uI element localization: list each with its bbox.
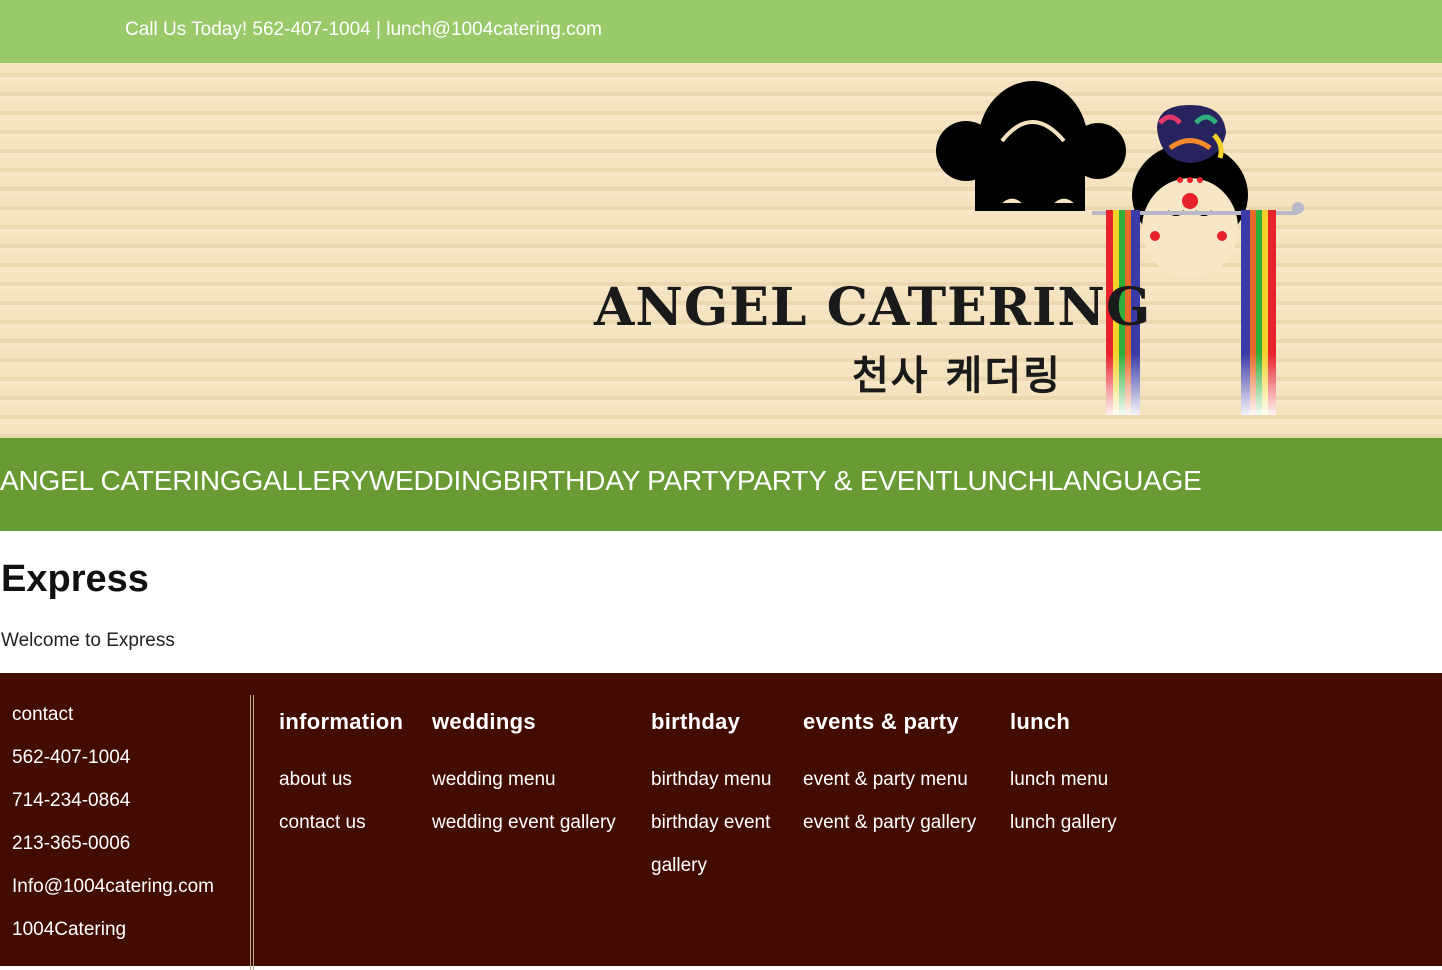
footer-link-lunch-gallery[interactable]: lunch gallery [1010, 801, 1117, 844]
footer-link-birthday-gallery[interactable]: birthday event gallery [651, 801, 791, 887]
page-title: Express [1, 558, 149, 600]
nav-item-birthday-party[interactable]: BIRTHDAY PARTY [503, 465, 737, 497]
logo-text-english: ANGEL CATERING [593, 277, 1151, 338]
footer-link-wedding-menu[interactable]: wedding menu [432, 758, 616, 801]
nav-item-wedding[interactable]: WEDDING [369, 465, 503, 497]
contact-phone-1[interactable]: 562-407-1004 [12, 747, 214, 790]
footer-contact-column: contact 562-407-1004 714-234-0864 213-36… [12, 704, 214, 962]
footer-link-contact-us[interactable]: contact us [279, 801, 403, 844]
nav-item-language[interactable]: LANGUAGE [1048, 465, 1202, 497]
footer-column-birthday: birthday birthday menu birthday event ga… [651, 709, 791, 887]
footer: contact 562-407-1004 714-234-0864 213-36… [0, 673, 1442, 970]
footer-heading-events-party: events & party [803, 709, 959, 734]
footer-link-event-party-menu[interactable]: event & party menu [803, 758, 976, 801]
contact-label: contact [12, 704, 74, 725]
topbar-contact-text[interactable]: Call Us Today! 562-407-1004 | lunch@1004… [125, 19, 602, 41]
logo-text-korean: 천사 케더링 [852, 353, 1062, 399]
contact-phone-3[interactable]: 213-365-0006 [12, 833, 214, 876]
nav-item-party-event[interactable]: PARTY & EVENT [737, 465, 952, 497]
nav-item-lunch[interactable]: LUNCH [952, 465, 1048, 497]
footer-divider [250, 695, 254, 970]
logo-illustration[interactable]: ANGEL CATERING 천사 케더링 [0, 63, 1442, 438]
top-contact-bar: Call Us Today! 562-407-1004 | lunch@1004… [0, 0, 1442, 63]
footer-link-lunch-menu[interactable]: lunch menu [1010, 758, 1117, 801]
character-left-icon [936, 81, 1126, 211]
nav-item-gallery[interactable]: GALLERY [241, 465, 368, 497]
footer-heading-birthday: birthday [651, 709, 741, 734]
nav-item-angel-catering[interactable]: ANGEL CATERING [0, 465, 242, 497]
footer-column-lunch: lunch lunch menu lunch gallery [1010, 709, 1117, 844]
footer-link-wedding-gallery[interactable]: wedding event gallery [432, 801, 616, 844]
footer-heading-information: information [279, 709, 404, 734]
nav-menu: ANGEL CATERING GALLERY WEDDING BIRTHDAY … [0, 465, 1202, 497]
footer-heading-weddings: weddings [432, 709, 536, 734]
contact-handle[interactable]: 1004Catering [12, 919, 214, 962]
page-welcome-text: Welcome to Express [1, 630, 175, 651]
contact-email[interactable]: Info@1004catering.com [12, 876, 214, 919]
footer-heading-lunch: lunch [1010, 709, 1071, 734]
footer-column-information: information about us contact us [279, 709, 403, 844]
footer-link-event-party-gallery[interactable]: event & party gallery [803, 801, 976, 844]
footer-link-birthday-menu[interactable]: birthday menu [651, 758, 791, 801]
main-navigation: ANGEL CATERING GALLERY WEDDING BIRTHDAY … [0, 438, 1442, 531]
contact-phone-2[interactable]: 714-234-0864 [12, 790, 214, 833]
ribbon-right-icon [1241, 210, 1276, 415]
footer-column-events-party: events & party event & party menu event … [803, 709, 976, 844]
header-banner: ANGEL CATERING 천사 케더링 [0, 63, 1442, 438]
footer-column-weddings: weddings wedding menu wedding event gall… [432, 709, 616, 844]
footer-link-about-us[interactable]: about us [279, 758, 403, 801]
